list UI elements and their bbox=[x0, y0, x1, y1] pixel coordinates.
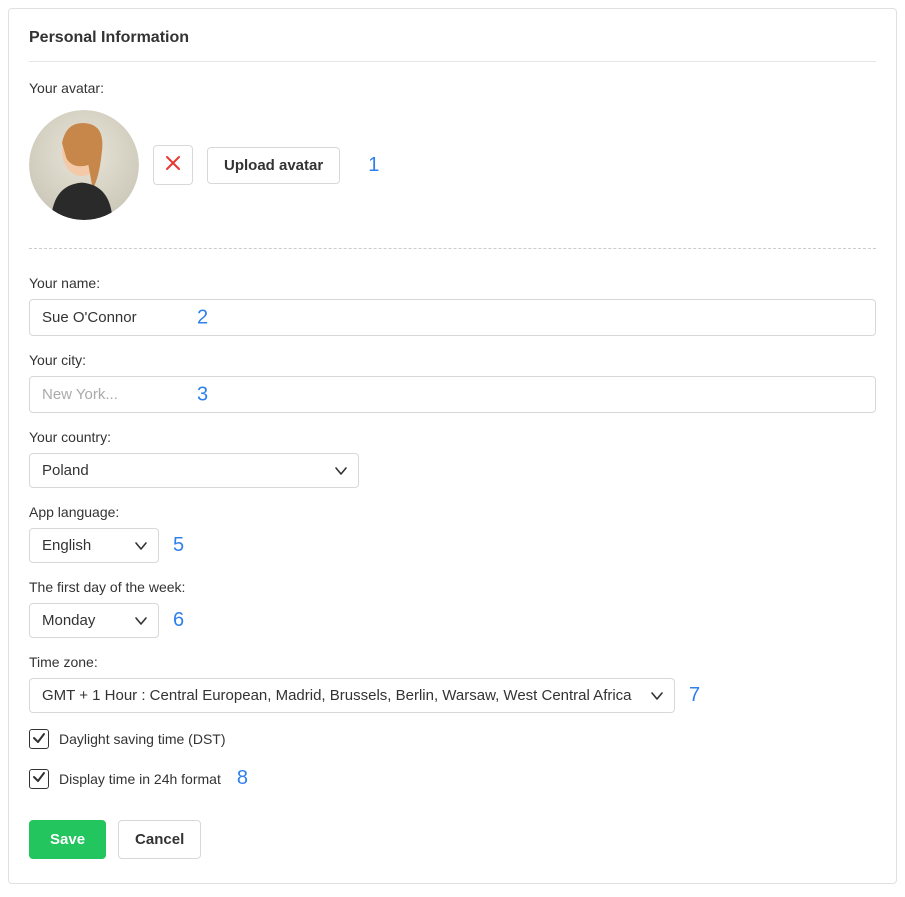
avatar-label: Your avatar: bbox=[29, 80, 876, 96]
week-start-select-value: Monday bbox=[42, 612, 95, 629]
country-label: Your country: bbox=[29, 429, 876, 445]
week-start-label: The first day of the week: bbox=[29, 579, 876, 595]
week-start-select[interactable]: Monday bbox=[29, 603, 159, 638]
timezone-select-value: GMT + 1 Hour : Central European, Madrid,… bbox=[42, 687, 632, 704]
check-icon bbox=[32, 770, 46, 787]
name-label: Your name: bbox=[29, 275, 876, 291]
language-select-value: English bbox=[42, 537, 91, 554]
language-label: App language: bbox=[29, 504, 876, 520]
upload-avatar-button[interactable]: Upload avatar bbox=[207, 147, 340, 184]
country-select[interactable]: Poland bbox=[29, 453, 359, 488]
chevron-down-icon bbox=[134, 539, 148, 553]
personal-information-panel: Personal Information Your avatar: bbox=[8, 8, 897, 884]
dst-label: Daylight saving time (DST) bbox=[59, 731, 226, 747]
timezone-select[interactable]: GMT + 1 Hour : Central European, Madrid,… bbox=[29, 678, 675, 713]
city-label: Your city: bbox=[29, 352, 876, 368]
avatar bbox=[29, 110, 139, 220]
save-button[interactable]: Save bbox=[29, 820, 106, 859]
annotation-5: 5 bbox=[173, 534, 184, 557]
close-icon bbox=[165, 155, 181, 175]
language-select[interactable]: English bbox=[29, 528, 159, 563]
chevron-down-icon bbox=[134, 614, 148, 628]
panel-title: Personal Information bbox=[29, 29, 876, 47]
city-input[interactable] bbox=[29, 376, 876, 413]
check-icon bbox=[32, 731, 46, 748]
time24h-checkbox[interactable] bbox=[29, 769, 49, 789]
divider bbox=[29, 61, 876, 62]
remove-avatar-button[interactable] bbox=[153, 145, 193, 185]
time24h-label: Display time in 24h format bbox=[59, 771, 221, 787]
chevron-down-icon bbox=[334, 464, 348, 478]
chevron-down-icon bbox=[650, 689, 664, 703]
annotation-6: 6 bbox=[173, 609, 184, 632]
dst-checkbox[interactable] bbox=[29, 729, 49, 749]
divider-dashed bbox=[29, 248, 876, 249]
annotation-8: 8 bbox=[237, 767, 248, 790]
name-input[interactable] bbox=[29, 299, 876, 336]
avatar-image bbox=[29, 110, 139, 220]
country-select-value: Poland bbox=[42, 462, 89, 479]
annotation-7: 7 bbox=[689, 684, 700, 707]
annotation-1: 1 bbox=[368, 154, 379, 177]
timezone-label: Time zone: bbox=[29, 654, 876, 670]
cancel-button[interactable]: Cancel bbox=[118, 820, 201, 859]
